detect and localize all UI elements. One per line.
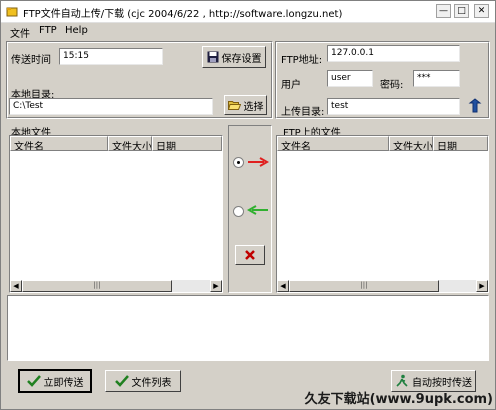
save-settings-label: 保存设置 xyxy=(221,53,262,65)
download-arrow-icon xyxy=(247,205,268,215)
ftp-col-filesize[interactable]: 文件大小 xyxy=(389,136,433,151)
upload-dir-label: 上传目录: xyxy=(281,107,325,118)
app-window: FTP文件自动上传/下载 (cjc 2004/6/22 , http://sof… xyxy=(0,0,496,410)
local-col-filename[interactable]: 文件名 xyxy=(10,136,108,151)
app-icon xyxy=(6,7,18,17)
send-now-button[interactable]: 立即传送 xyxy=(18,369,92,393)
runner-icon xyxy=(396,374,408,387)
menu-bar: 文件 FTP Help xyxy=(1,23,495,40)
upload-arrow-icon xyxy=(248,157,269,167)
local-dir-input[interactable]: C:\Test xyxy=(9,98,213,115)
local-file-list[interactable]: 文件名 文件大小 日期 ◀ ||| ▶ xyxy=(9,135,223,293)
file-list-label: 文件列表 xyxy=(131,377,172,389)
log-area[interactable] xyxy=(7,295,489,361)
minimize-button[interactable]: — xyxy=(436,4,451,18)
checkmark-icon xyxy=(26,375,41,387)
scroll-right-arrow-icon[interactable]: ▶ xyxy=(210,280,222,292)
user-label: 用户 xyxy=(281,80,301,91)
title-bar: FTP文件自动上传/下载 (cjc 2004/6/22 , http://sof… xyxy=(1,1,495,23)
ftp-address-label: FTP地址: xyxy=(281,55,323,66)
transfer-panel xyxy=(228,125,272,293)
scroll-left-arrow-icon[interactable]: ◀ xyxy=(10,280,22,292)
upload-radio[interactable] xyxy=(233,157,244,168)
local-col-filesize[interactable]: 文件大小 xyxy=(108,136,152,151)
ftp-col-date[interactable]: 日期 xyxy=(433,136,488,151)
auto-send-label: 自动按时传送 xyxy=(412,377,472,389)
scroll-left-arrow-icon[interactable]: ◀ xyxy=(277,280,289,292)
watermark: 久友下载站(www.9upk.com) xyxy=(304,392,493,407)
scroll-right-arrow-icon[interactable]: ▶ xyxy=(476,280,488,292)
scroll-thumb[interactable]: ||| xyxy=(22,280,172,292)
ftp-col-filename[interactable]: 文件名 xyxy=(277,136,389,151)
up-arrow-icon xyxy=(468,98,482,113)
user-input[interactable]: user xyxy=(327,70,373,87)
ftp-file-list[interactable]: 文件名 文件大小 日期 ◀ ||| ▶ xyxy=(276,135,489,293)
folder-open-icon xyxy=(227,100,241,110)
send-now-label: 立即传送 xyxy=(43,377,84,389)
save-settings-button[interactable]: 保存设置 xyxy=(202,46,266,68)
password-input[interactable]: *** xyxy=(413,70,460,87)
file-list-button[interactable]: 文件列表 xyxy=(105,370,181,392)
select-dir-button[interactable]: 选择 xyxy=(224,95,267,115)
upload-dir-input[interactable]: test xyxy=(327,98,460,115)
menu-file[interactable]: 文件 xyxy=(10,25,30,40)
local-col-date[interactable]: 日期 xyxy=(152,136,222,151)
parent-dir-button[interactable] xyxy=(467,98,483,114)
maximize-button[interactable]: □ xyxy=(454,4,469,18)
menu-help[interactable]: Help xyxy=(65,25,88,36)
download-radio[interactable] xyxy=(233,206,244,217)
checkmark-icon xyxy=(114,375,129,387)
window-title: FTP文件自动上传/下载 (cjc 2004/6/22 , http://sof… xyxy=(23,9,343,20)
send-time-label: 传送时间 xyxy=(11,55,51,66)
password-label: 密码: xyxy=(380,80,404,91)
delete-x-icon xyxy=(245,250,255,260)
close-button[interactable]: ✕ xyxy=(474,4,489,18)
floppy-disk-icon xyxy=(207,51,218,63)
send-time-input[interactable]: 15:15 xyxy=(59,48,163,65)
select-dir-label: 选择 xyxy=(243,101,264,113)
menu-ftp[interactable]: FTP xyxy=(39,25,57,36)
ftp-address-input[interactable]: 127.0.0.1 xyxy=(327,45,460,62)
delete-button[interactable] xyxy=(235,245,265,265)
scroll-thumb[interactable]: ||| xyxy=(289,280,439,292)
ftp-hscrollbar[interactable]: ◀ ||| ▶ xyxy=(277,280,488,292)
local-hscrollbar[interactable]: ◀ ||| ▶ xyxy=(10,280,222,292)
